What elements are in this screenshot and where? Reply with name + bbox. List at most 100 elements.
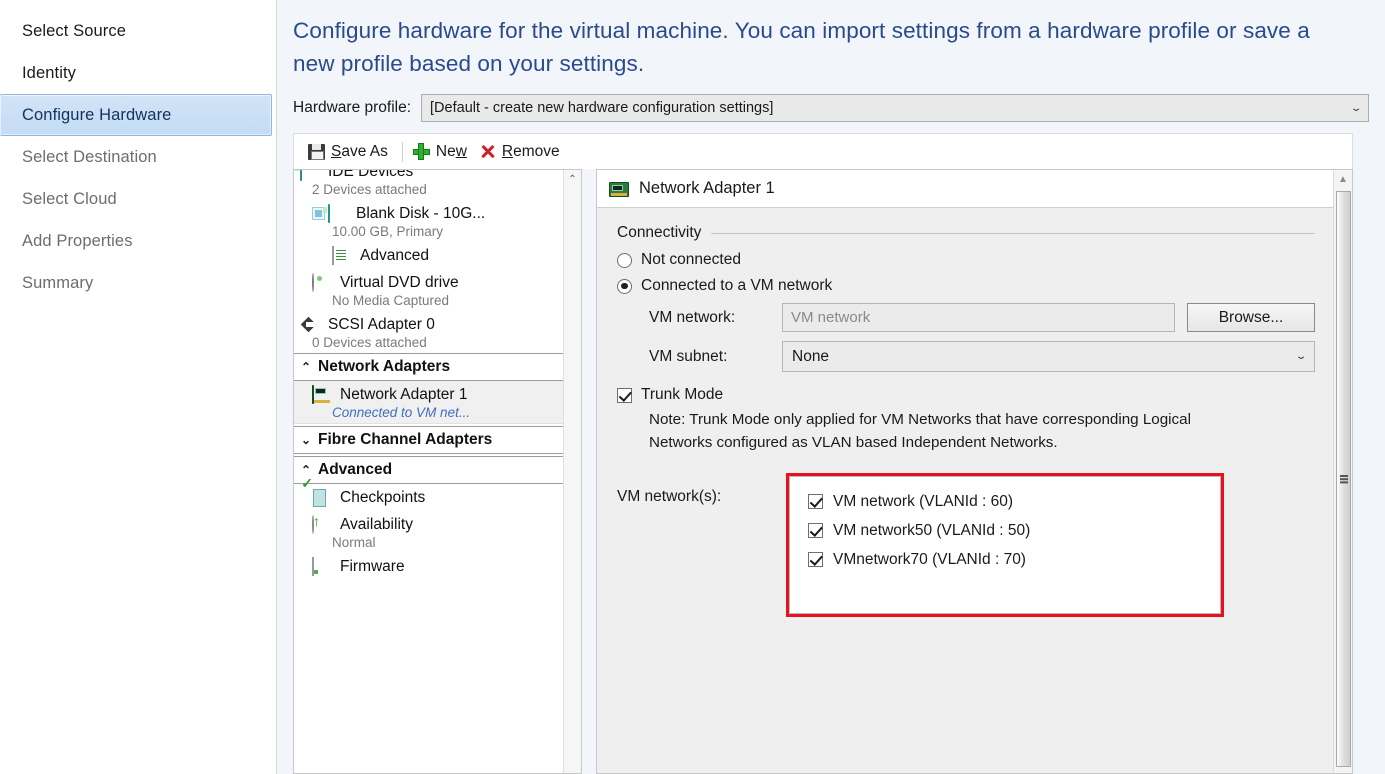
radio-not-connected[interactable]: Not connected [617,251,1315,269]
sidebar-item-label: Select Cloud [22,190,117,209]
scroll-up-icon[interactable]: ▲ [1334,170,1352,189]
new-label: New [436,143,467,161]
tree-item-label: IDE Devices [328,170,413,181]
tree-item-subtext: Connected to VM net... [294,405,563,420]
sidebar-item-select-destination[interactable]: Select Destination [0,136,276,178]
detail-scrollbar[interactable]: ▲ [1333,170,1352,773]
tree-item-row[interactable]: Network Adapter 1 [294,381,563,408]
remove-label: Remove [502,143,560,161]
tree-item[interactable]: Firmware [294,553,563,580]
sidebar-item-configure-hardware[interactable]: Configure Hardware [0,94,272,136]
sidebar-item-label: Identity [22,64,76,83]
new-button[interactable]: New [409,141,475,163]
vm-subnet-select[interactable]: None ⌄ [782,341,1315,372]
vm-networks-listbox[interactable]: VM network (VLANId : 60) VM network50 (VL… [789,476,1221,614]
radio-connected-indicator[interactable] [617,279,632,294]
tree-item[interactable]: Virtual DVD driveNo Media Captured [294,269,563,308]
vm-network-input[interactable]: VM network [782,303,1175,332]
vm-networks-label: VM network(s): [617,476,789,506]
expand-icon[interactable]: ⌄ [298,433,314,447]
radio-connected-vm-network[interactable]: Connected to a VM network [617,277,1315,295]
sidebar-item-add-properties[interactable]: Add Properties [0,220,276,262]
vm-network-list-item[interactable]: VM network50 (VLANId : 50) [808,516,1220,545]
sidebar-item-identity[interactable]: Identity [0,52,276,94]
hardware-tree[interactable]: IDE Devices2 Devices attached Blank Disk … [294,170,563,773]
hardware-tree-panel: IDE Devices2 Devices attached Blank Disk … [293,169,582,774]
sidebar-item-select-cloud[interactable]: Select Cloud [0,178,276,220]
tree-item-subtext: No Media Captured [294,293,563,308]
tree-item[interactable]: IDE Devices2 Devices attached [294,170,563,197]
hardware-split: IDE Devices2 Devices attached Blank Disk … [293,169,1353,774]
tree-group-label: Fibre Channel Adapters [318,431,492,449]
scrollbar-thumb[interactable] [1336,191,1351,767]
tree-item[interactable]: Network Adapter 1Connected to VM net... [294,381,563,424]
vm-network-item-label: VMnetwork70 (VLANId : 70) [833,551,1026,569]
trunk-mode-note: Note: Trunk Mode only applied for VM Net… [649,408,1209,454]
tree-item[interactable]: Blank Disk - 10G...10.00 GB, Primary [294,200,563,239]
vm-network-checkbox[interactable] [808,552,823,567]
tree-scrollbar[interactable]: ⌃ [563,170,581,773]
tree-item-row[interactable]: Virtual DVD drive [294,269,563,296]
scroll-up-icon[interactable]: ⌃ [564,170,582,189]
sidebar-item-label: Select Source [22,22,126,41]
tree-item-row[interactable]: Firmware [294,553,563,580]
tree-item-subtext: 10.00 GB, Primary [294,224,563,239]
tree-item-label: Blank Disk - 10G... [356,205,485,223]
sidebar-item-label: Select Destination [22,148,157,167]
tree-item-row[interactable]: Advanced [294,242,563,269]
browse-button[interactable]: Browse... [1187,303,1315,332]
tree-group-advanced[interactable]: ⌃Advanced [294,456,563,484]
advanced-icon-glyph [332,246,334,265]
remove-button[interactable]: Remove [475,141,568,163]
tree-item-label: Advanced [360,247,429,265]
connectivity-group-title: Connectivity [617,224,1315,242]
tree-group-network-adapters[interactable]: ⌃ Network Adapters [294,353,563,381]
tree-item[interactable]: Advanced [294,242,563,269]
adapter-detail: Network Adapter 1 Connectivity Not conne… [597,170,1333,773]
save-as-label: Save As [331,143,388,161]
vm-network-field-row: VM network: VM network Browse... [649,303,1315,332]
tree-item-label: Checkpoints [340,489,425,507]
vm-network-list-item[interactable]: VM network (VLANId : 60) [808,487,1220,516]
tree-group-label: Network Adapters [318,358,450,376]
page-title: Configure hardware for the virtual machi… [293,14,1323,80]
vm-network-checkbox[interactable] [808,494,823,509]
tree-item-subtext: 2 Devices attached [294,182,563,197]
tree-item[interactable]: AvailabilityNormal [294,511,563,550]
sidebar-item-summary[interactable]: Summary [0,262,276,304]
tree-item-subtext: 0 Devices attached [294,335,563,350]
checkpoints-icon [312,489,334,507]
save-as-button[interactable]: Save As [304,141,396,163]
sidebar-item-label: Add Properties [22,232,133,251]
wizard-content: Configure hardware for the virtual machi… [277,0,1385,774]
trunk-mode-checkbox-row[interactable]: Trunk Mode [617,386,1315,404]
radio-not-connected-indicator[interactable] [617,253,632,268]
detail-header: Network Adapter 1 [597,170,1333,208]
hardware-profile-select[interactable]: [Default - create new hardware configura… [421,94,1369,122]
tree-item-row[interactable]: Checkpoints [294,484,563,511]
disk-icon [328,205,350,223]
vm-subnet-field-row: VM subnet: None ⌄ [649,341,1315,372]
tree-group-label: Advanced [318,461,392,479]
tree-item-row[interactable]: Availability [294,511,563,538]
sidebar-item-select-source[interactable]: Select Source [0,10,276,52]
vm-network-list-item[interactable]: VMnetwork70 (VLANId : 70) [808,545,1220,574]
vm-network-item-label: VM network50 (VLANId : 50) [833,522,1030,540]
tree-item[interactable]: Checkpoints [294,484,563,511]
ide-devices-icon [300,170,322,181]
tree-group-fibre-channel-adapters[interactable]: ⌄ Fibre Channel Adapters [294,426,563,454]
sidebar-item-label: Summary [22,274,93,293]
trunk-mode-checkbox[interactable] [617,388,632,403]
tree-item-row[interactable]: SCSI Adapter 0 [294,311,563,338]
tree-item[interactable]: SCSI Adapter 00 Devices attached [294,311,563,350]
tree-item-label: Virtual DVD drive [340,274,459,292]
disk-icon-glyph [328,204,330,223]
tree-item-row[interactable]: Blank Disk - 10G... [294,200,563,227]
vm-network-checkbox[interactable] [808,523,823,538]
network-adapter-icon [312,386,334,404]
dvd-icon-glyph [312,273,314,292]
tree-item-label: SCSI Adapter 0 [328,316,435,334]
collapse-icon[interactable]: ⌃ [298,360,314,374]
firmware-icon-glyph [312,557,314,576]
connectivity-legend: Connectivity [617,224,701,242]
